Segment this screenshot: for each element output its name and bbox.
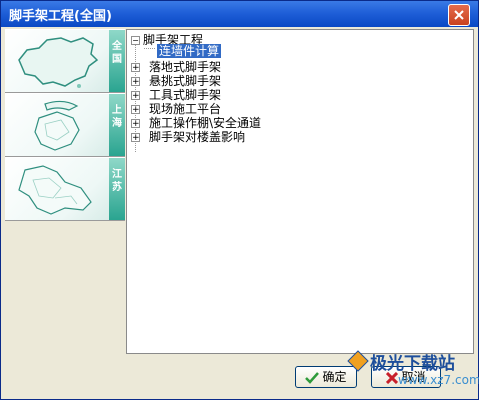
watermark-title: 极光下载站 xyxy=(370,354,455,374)
region-label-jiangsu: 江苏 xyxy=(109,158,125,220)
tree-item-label: 连墙件计算 xyxy=(157,44,222,58)
tree-item-5[interactable]: + 施工操作棚\安全通道 xyxy=(131,114,261,130)
region-tab-shanghai[interactable]: 上海 xyxy=(5,93,125,157)
watermark: 极光下载站 www.xz7.com xyxy=(346,349,479,397)
title-bar[interactable]: 脚手架工程(全国) xyxy=(1,1,478,27)
close-button[interactable] xyxy=(448,4,470,26)
shanghai-map-icon xyxy=(5,94,109,156)
tree-item-4[interactable]: + 现场施工平台 xyxy=(131,100,221,116)
window-title: 脚手架工程(全国) xyxy=(9,9,112,24)
dialog-client: 全国 上海 江苏 − 脚手架工程 连墙件计算 + 落地式脚手架 + 悬挑式脚手架… xyxy=(5,29,474,395)
ok-button-label: 确定 xyxy=(322,370,347,384)
region-tab-jiangsu[interactable]: 江苏 xyxy=(5,157,125,221)
expand-icon[interactable]: + xyxy=(131,105,140,115)
collapse-icon[interactable]: − xyxy=(131,36,140,45)
dialog-window: 脚手架工程(全国) 全国 上海 江苏 − 脚手架工程 连墙件计算 + 落地式脚手… xyxy=(0,0,479,400)
tree-item-2[interactable]: + 悬挑式脚手架 xyxy=(131,72,221,88)
region-panel: 全国 上海 江苏 xyxy=(5,29,126,354)
close-icon xyxy=(454,10,464,20)
tree-item-3[interactable]: + 工具式脚手架 xyxy=(131,86,221,102)
tree-item-1[interactable]: + 落地式脚手架 xyxy=(131,58,221,74)
watermark-url: www.xz7.com xyxy=(398,373,479,387)
jiangsu-map-icon xyxy=(5,158,109,220)
region-label-shanghai: 上海 xyxy=(109,94,125,156)
expand-icon[interactable]: + xyxy=(131,91,140,101)
expand-icon[interactable]: + xyxy=(131,133,140,143)
expand-icon[interactable]: + xyxy=(131,77,140,87)
china-map-icon xyxy=(5,30,109,92)
expand-icon[interactable]: + xyxy=(131,119,140,129)
region-tab-national[interactable]: 全国 xyxy=(5,29,125,93)
tree-item-label: 脚手架对楼盖影响 xyxy=(149,130,246,144)
tree-item-selected[interactable]: 连墙件计算 xyxy=(157,42,222,58)
project-tree[interactable]: − 脚手架工程 连墙件计算 + 落地式脚手架 + 悬挑式脚手架 + 工具式脚手架 + 现场… xyxy=(126,29,474,354)
region-label-national: 全国 xyxy=(109,30,125,92)
expand-icon[interactable]: + xyxy=(131,63,140,73)
watermark-logo-icon xyxy=(347,350,369,372)
checkmark-icon xyxy=(305,371,320,384)
tree-item-6[interactable]: + 脚手架对楼盖影响 xyxy=(131,128,246,144)
